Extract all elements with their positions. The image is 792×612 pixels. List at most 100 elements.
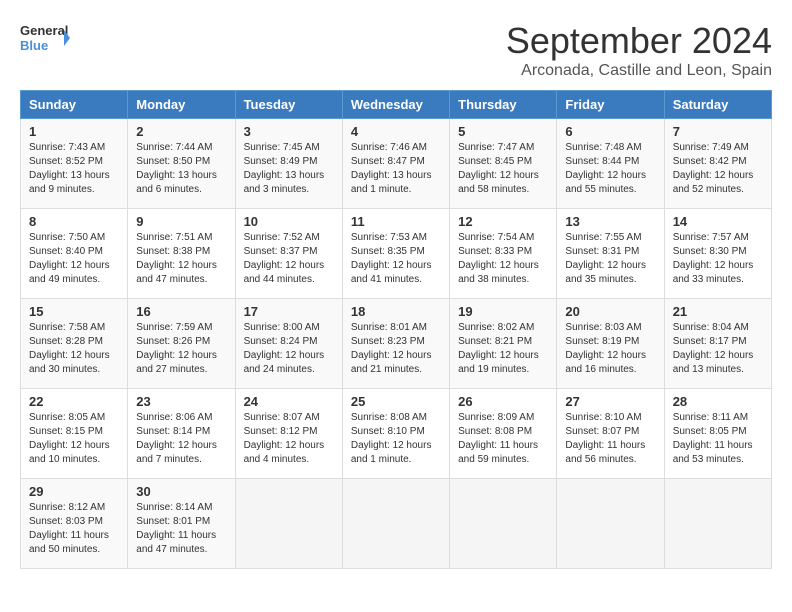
day-number: 30 xyxy=(136,484,226,499)
day-info: Sunrise: 8:09 AMSunset: 8:08 PMDaylight:… xyxy=(458,411,548,467)
day-info: Sunrise: 7:49 AMSunset: 8:42 PMDaylight:… xyxy=(673,141,763,197)
day-number: 15 xyxy=(29,304,119,319)
calendar-cell: 2Sunrise: 7:44 AMSunset: 8:50 PMDaylight… xyxy=(128,119,235,209)
calendar-cell: 30 Sunrise: 8:14 AMSunset: 8:01 PMDayligh… xyxy=(128,479,235,569)
day-number: 24 xyxy=(244,394,334,409)
calendar-cell: 15 Sunrise: 7:58 AMSunset: 8:28 PMDayligh… xyxy=(21,299,128,389)
calendar-cell: 12 Sunrise: 7:54 AMSunset: 8:33 PMDayligh… xyxy=(450,209,557,299)
calendar-cell: 4 Sunrise: 7:46 AMSunset: 8:47 PMDaylight… xyxy=(342,119,449,209)
day-info: Sunrise: 7:58 AMSunset: 8:28 PMDaylight:… xyxy=(29,321,119,377)
day-number: 18 xyxy=(351,304,441,319)
day-number: 7 xyxy=(673,124,763,139)
calendar-cell: 18 Sunrise: 8:01 AMSunset: 8:23 PMDayligh… xyxy=(342,299,449,389)
calendar-cell: 7 Sunrise: 7:49 AMSunset: 8:42 PMDaylight… xyxy=(664,119,771,209)
day-number: 2 xyxy=(136,124,226,139)
calendar-cell: 6 Sunrise: 7:48 AMSunset: 8:44 PMDaylight… xyxy=(557,119,664,209)
calendar-header-row: SundayMondayTuesdayWednesdayThursdayFrid… xyxy=(21,91,772,119)
header-thursday: Thursday xyxy=(450,91,557,119)
day-number: 23 xyxy=(136,394,226,409)
day-number: 28 xyxy=(673,394,763,409)
week-row-4: 22 Sunrise: 8:05 AMSunset: 8:15 PMDayligh… xyxy=(21,389,772,479)
day-info: Sunrise: 8:12 AMSunset: 8:03 PMDaylight:… xyxy=(29,501,119,557)
calendar-cell: 20Sunrise: 8:03 AMSunset: 8:19 PMDayligh… xyxy=(557,299,664,389)
day-info: Sunrise: 7:54 AMSunset: 8:33 PMDaylight:… xyxy=(458,231,548,287)
day-info: Sunrise: 7:57 AMSunset: 8:30 PMDaylight:… xyxy=(673,231,763,287)
day-info: Sunrise: 8:00 AMSunset: 8:24 PMDaylight:… xyxy=(244,321,334,377)
day-number: 25 xyxy=(351,394,441,409)
day-number: 21 xyxy=(673,304,763,319)
day-info: Sunrise: 7:48 AMSunset: 8:44 PMDaylight:… xyxy=(565,141,655,197)
day-info: Sunrise: 8:07 AMSunset: 8:12 PMDaylight:… xyxy=(244,411,334,467)
day-number: 11 xyxy=(351,214,441,229)
calendar-cell: 10 Sunrise: 7:52 AMSunset: 8:37 PMDayligh… xyxy=(235,209,342,299)
day-number: 19 xyxy=(458,304,548,319)
calendar-cell: 11 Sunrise: 7:53 AMSunset: 8:35 PMDayligh… xyxy=(342,209,449,299)
day-number: 1 xyxy=(29,124,119,139)
header-monday: Monday xyxy=(128,91,235,119)
calendar-cell: 26 Sunrise: 8:09 AMSunset: 8:08 PMDayligh… xyxy=(450,389,557,479)
calendar-cell xyxy=(557,479,664,569)
day-number: 6 xyxy=(565,124,655,139)
calendar-cell: 3Sunrise: 7:45 AMSunset: 8:49 PMDaylight… xyxy=(235,119,342,209)
calendar-cell: 19 Sunrise: 8:02 AMSunset: 8:21 PMDayligh… xyxy=(450,299,557,389)
header-saturday: Saturday xyxy=(664,91,771,119)
day-info: Sunrise: 8:14 AMSunset: 8:01 PMDaylight:… xyxy=(136,501,226,557)
day-info: Sunrise: 8:05 AMSunset: 8:15 PMDaylight:… xyxy=(29,411,119,467)
day-info: Sunrise: 8:02 AMSunset: 8:21 PMDaylight:… xyxy=(458,321,548,377)
page-title: September 2024 xyxy=(506,20,772,62)
day-number: 8 xyxy=(29,214,119,229)
day-info: Sunrise: 8:08 AMSunset: 8:10 PMDaylight:… xyxy=(351,411,441,467)
day-number: 17 xyxy=(244,304,334,319)
day-number: 12 xyxy=(458,214,548,229)
day-number: 13 xyxy=(565,214,655,229)
calendar-cell: 22 Sunrise: 8:05 AMSunset: 8:15 PMDayligh… xyxy=(21,389,128,479)
day-info: Sunrise: 7:59 AMSunset: 8:26 PMDaylight:… xyxy=(136,321,226,377)
calendar-cell: 1 Sunrise: 7:43 AMSunset: 8:52 PMDaylight… xyxy=(21,119,128,209)
calendar-cell xyxy=(342,479,449,569)
day-number: 14 xyxy=(673,214,763,229)
day-number: 4 xyxy=(351,124,441,139)
week-row-5: 29 Sunrise: 8:12 AMSunset: 8:03 PMDayligh… xyxy=(21,479,772,569)
day-info: Sunrise: 7:50 AMSunset: 8:40 PMDaylight:… xyxy=(29,231,119,287)
calendar-cell: 16 Sunrise: 7:59 AMSunset: 8:26 PMDayligh… xyxy=(128,299,235,389)
title-section: September 2024 Arconada, Castille and Le… xyxy=(506,20,772,80)
header-tuesday: Tuesday xyxy=(235,91,342,119)
week-row-3: 15 Sunrise: 7:58 AMSunset: 8:28 PMDayligh… xyxy=(21,299,772,389)
day-info: Sunrise: 7:53 AMSunset: 8:35 PMDaylight:… xyxy=(351,231,441,287)
day-info: Sunrise: 7:52 AMSunset: 8:37 PMDaylight:… xyxy=(244,231,334,287)
calendar-table: SundayMondayTuesdayWednesdayThursdayFrid… xyxy=(20,90,772,569)
day-number: 10 xyxy=(244,214,334,229)
svg-text:General: General xyxy=(20,23,68,38)
day-info: Sunrise: 7:43 AMSunset: 8:52 PMDaylight:… xyxy=(29,141,119,197)
day-info: Sunrise: 8:01 AMSunset: 8:23 PMDaylight:… xyxy=(351,321,441,377)
day-number: 29 xyxy=(29,484,119,499)
header-friday: Friday xyxy=(557,91,664,119)
header-sunday: Sunday xyxy=(21,91,128,119)
svg-text:Blue: Blue xyxy=(20,38,48,53)
calendar-cell: 23Sunrise: 8:06 AMSunset: 8:14 PMDayligh… xyxy=(128,389,235,479)
header-wednesday: Wednesday xyxy=(342,91,449,119)
day-number: 9 xyxy=(136,214,226,229)
day-info: Sunrise: 7:47 AMSunset: 8:45 PMDaylight:… xyxy=(458,141,548,197)
calendar-cell xyxy=(235,479,342,569)
calendar-cell: 13 Sunrise: 7:55 AMSunset: 8:31 PMDayligh… xyxy=(557,209,664,299)
calendar-cell: 8 Sunrise: 7:50 AMSunset: 8:40 PMDaylight… xyxy=(21,209,128,299)
calendar-cell: 21Sunrise: 8:04 AMSunset: 8:17 PMDayligh… xyxy=(664,299,771,389)
day-number: 20 xyxy=(565,304,655,319)
week-row-2: 8 Sunrise: 7:50 AMSunset: 8:40 PMDaylight… xyxy=(21,209,772,299)
calendar-cell: 27 Sunrise: 8:10 AMSunset: 8:07 PMDayligh… xyxy=(557,389,664,479)
day-number: 3 xyxy=(244,124,334,139)
day-info: Sunrise: 8:10 AMSunset: 8:07 PMDaylight:… xyxy=(565,411,655,467)
day-info: Sunrise: 8:11 AMSunset: 8:05 PMDaylight:… xyxy=(673,411,763,467)
day-number: 5 xyxy=(458,124,548,139)
calendar-cell: 24 Sunrise: 8:07 AMSunset: 8:12 PMDayligh… xyxy=(235,389,342,479)
day-number: 27 xyxy=(565,394,655,409)
day-number: 26 xyxy=(458,394,548,409)
calendar-cell: 5 Sunrise: 7:47 AMSunset: 8:45 PMDaylight… xyxy=(450,119,557,209)
day-info: Sunrise: 7:55 AMSunset: 8:31 PMDaylight:… xyxy=(565,231,655,287)
page-header: General Blue September 2024 Arconada, Ca… xyxy=(20,20,772,80)
day-info: Sunrise: 7:46 AMSunset: 8:47 PMDaylight:… xyxy=(351,141,441,197)
day-number: 16 xyxy=(136,304,226,319)
calendar-cell: 29 Sunrise: 8:12 AMSunset: 8:03 PMDayligh… xyxy=(21,479,128,569)
day-number: 22 xyxy=(29,394,119,409)
